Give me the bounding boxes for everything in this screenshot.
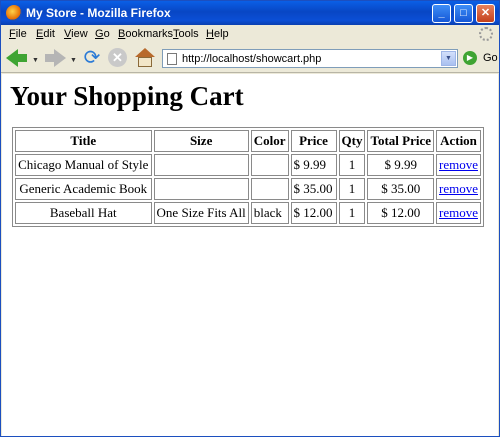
window-title: My Store - Mozilla Firefox [26,6,171,20]
close-button[interactable]: ✕ [476,4,495,23]
cell-color [250,178,289,200]
minimize-button[interactable]: _ [432,4,451,23]
menu-go[interactable]: Go [95,28,110,40]
firefox-icon [6,5,22,21]
cell-total: $ 12.00 [367,202,434,224]
table-header-row: Title Size Color Price Qty Total Price A… [15,130,481,152]
cell-size: One Size Fits All [153,202,249,224]
cart-table: Title Size Color Price Qty Total Price A… [12,127,484,227]
stop-icon[interactable]: ✕ [107,47,129,69]
cell-title: Generic Academic Book [15,178,152,200]
menu-bookmarks-rest: ookmarks [125,28,174,40]
menu-edit-rest: dit [43,28,55,40]
cell-title: Baseball Hat [15,202,152,224]
address-bar[interactable]: ▼ [162,49,458,68]
cell-total: $ 9.99 [367,154,434,176]
cell-qty: 1 [338,154,366,176]
cell-color: black [250,202,289,224]
cell-action: remove [436,202,481,224]
forward-arrow-icon[interactable] [44,47,66,69]
title-bar[interactable]: My Store - Mozilla Firefox _ □ ✕ [1,1,499,25]
page-icon [167,53,177,65]
cell-title: Chicago Manual of Style [15,154,152,176]
menu-help[interactable]: Help [206,28,229,40]
back-history-caret-icon[interactable]: ▼ [32,57,39,64]
col-title: Title [15,130,152,152]
browser-window: My Store - Mozilla Firefox _ □ ✕ File Ed… [0,0,500,437]
col-size: Size [153,130,249,152]
remove-link[interactable]: remove [439,205,478,220]
menu-file[interactable]: File [9,28,27,40]
cell-qty: 1 [338,202,366,224]
table-row: Generic Academic Book $ 35.00 1 $ 35.00 … [15,178,481,200]
cell-price: $ 12.00 [290,202,337,224]
col-color: Color [250,130,289,152]
menu-file-rest: ile [15,28,27,40]
menu-view-rest: iew [71,28,88,40]
menu-help-rest: elp [213,28,229,40]
menu-bookmarks[interactable]: Bookmarks [118,28,173,40]
menu-tools[interactable]: Tools [173,28,199,40]
menu-view[interactable]: View [64,28,88,40]
cell-size [153,178,249,200]
go-icon: ▶ [463,51,477,65]
table-row: Chicago Manual of Style $ 9.99 1 $ 9.99 … [15,154,481,176]
menu-edit[interactable]: Edit [36,28,55,40]
table-row: Baseball Hat One Size Fits All black $ 1… [15,202,481,224]
url-input[interactable] [182,51,432,66]
cell-price: $ 35.00 [290,178,337,200]
col-qty: Qty [338,130,366,152]
menu-go-rest: o [103,28,110,40]
back-arrow-icon[interactable] [6,47,28,69]
go-label: Go [483,52,498,64]
cell-action: remove [436,154,481,176]
cell-color [250,154,289,176]
page-content: Your Shopping Cart Title Size Color Pric… [2,74,498,436]
remove-link[interactable]: remove [439,181,478,196]
remove-link[interactable]: remove [439,157,478,172]
home-icon[interactable] [134,47,156,69]
throbber-icon [479,27,493,41]
col-action: Action [436,130,481,152]
cell-total: $ 35.00 [367,178,434,200]
col-price: Price [290,130,337,152]
forward-history-caret-icon[interactable]: ▼ [70,57,77,64]
menu-tools-rest: ools [178,28,199,40]
cell-size [153,154,249,176]
cell-price: $ 9.99 [290,154,337,176]
maximize-button[interactable]: □ [454,4,473,23]
cell-action: remove [436,178,481,200]
menu-bar: File Edit View Go Bookmarks Tools Help [1,25,499,43]
col-total-price: Total Price [367,130,434,152]
page-title: Your Shopping Cart [10,81,244,111]
reload-icon[interactable]: ⟳ [81,47,103,69]
url-dropdown-icon[interactable]: ▼ [441,51,456,66]
cell-qty: 1 [338,178,366,200]
